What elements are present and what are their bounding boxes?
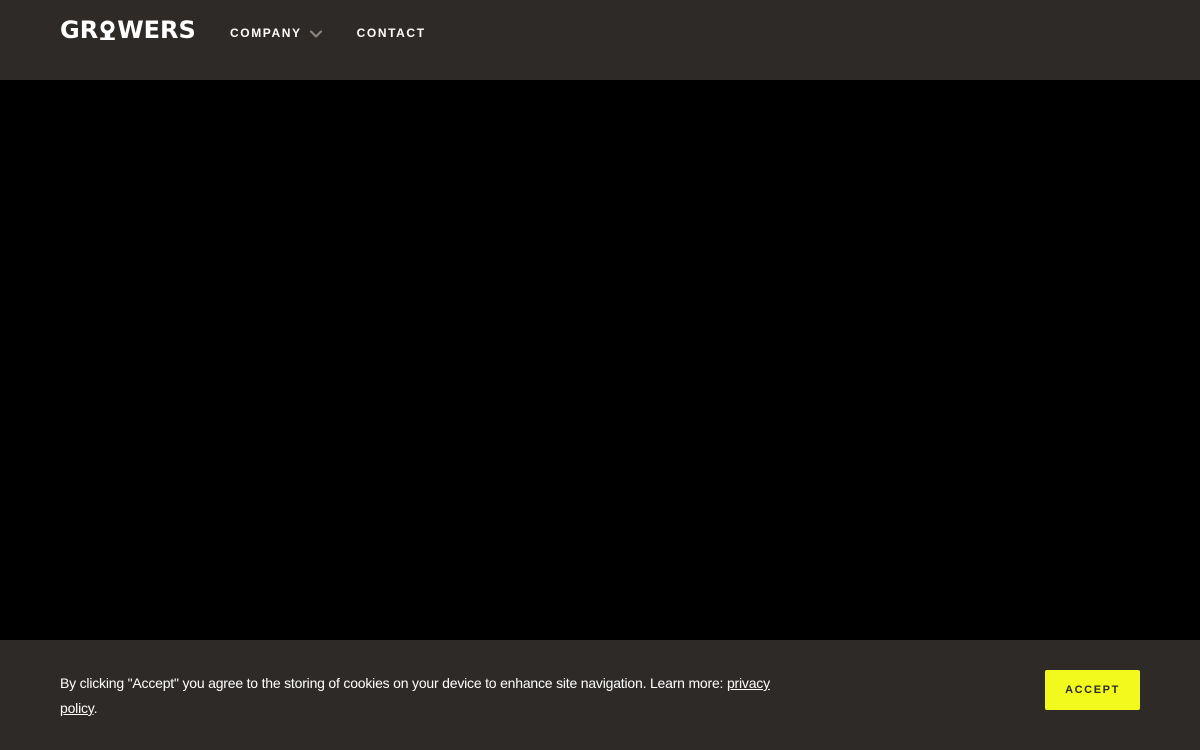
chevron-down-icon [309, 28, 323, 38]
cookie-message-text: By clicking "Accept" you agree to the st… [60, 675, 727, 691]
cookie-message: By clicking "Accept" you agree to the st… [60, 671, 800, 721]
cookie-message-end: . [93, 700, 98, 716]
accept-cookies-button[interactable]: ACCEPT [1045, 670, 1140, 710]
nav-company-label: COMPANY [230, 26, 302, 40]
cookie-banner: By clicking "Accept" you agree to the st… [0, 640, 1200, 750]
main-navigation: COMPANY CONTACT [230, 24, 426, 42]
hero-video-area [0, 80, 1200, 640]
growers-logo[interactable]: GR WERS [60, 17, 196, 43]
nav-contact-link[interactable]: CONTACT [357, 26, 426, 40]
logo-text-end: WERS [117, 16, 196, 44]
site-header: GR WERS COMPANY CONTACT [0, 0, 1200, 80]
nav-company-dropdown[interactable]: COMPANY [230, 26, 323, 40]
logo-text-start: GR [60, 16, 99, 44]
logo-pin-o-icon [99, 19, 116, 41]
